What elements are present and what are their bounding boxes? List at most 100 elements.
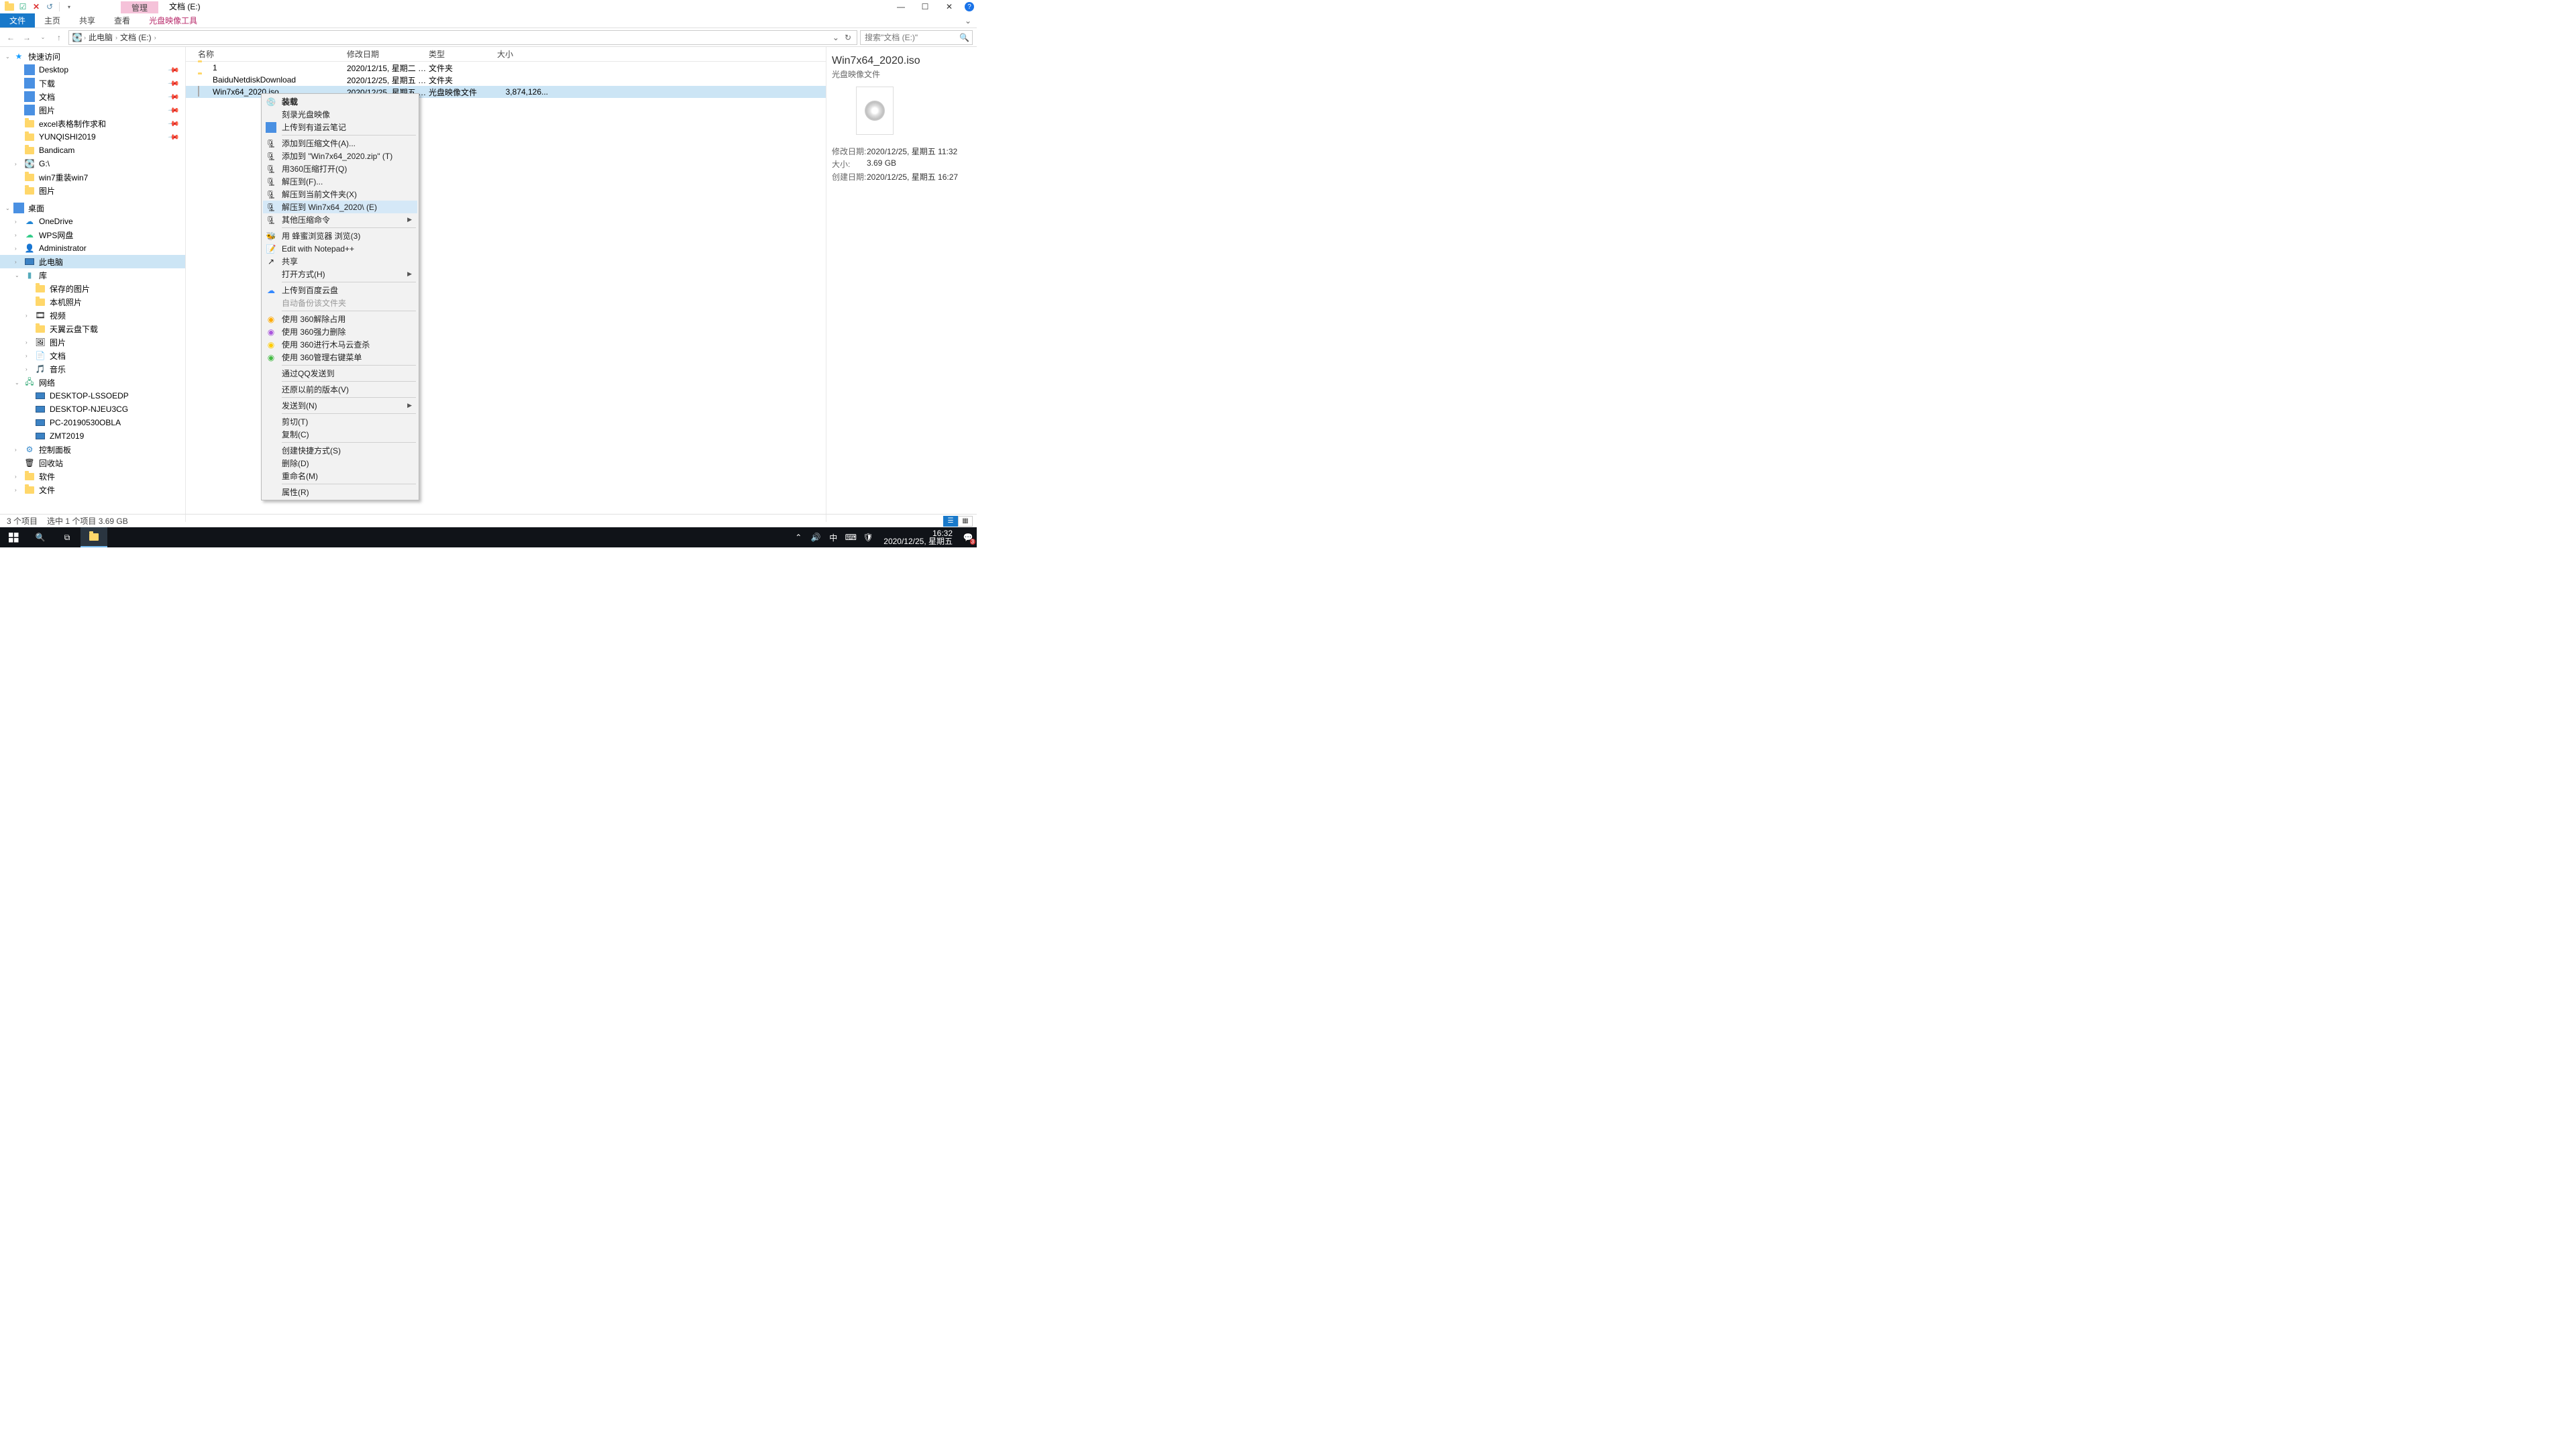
cm-send-to[interactable]: 发送到(N)▶ — [263, 399, 417, 412]
tree-item[interactable]: ›🎵音乐 — [0, 362, 185, 376]
qat-undo-icon[interactable]: ↺ — [44, 1, 55, 12]
security-icon[interactable]: 🛡 — [862, 531, 874, 543]
task-view-button[interactable]: ⧉ — [54, 527, 80, 547]
tree-item[interactable]: ›👤Administrator — [0, 241, 185, 255]
search-icon[interactable]: 🔍 — [959, 33, 969, 42]
tree-item[interactable]: ›📄文档 — [0, 349, 185, 362]
tree-item[interactable]: 天翼云盘下载 — [0, 322, 185, 335]
cm-open-360zip[interactable]: 🗜用360压缩打开(Q) — [263, 162, 417, 175]
tree-item[interactable]: ›🖼图片 — [0, 335, 185, 349]
breadcrumb-current[interactable]: 文档 (E:) — [119, 32, 153, 43]
tree-item[interactable]: ›⚙控制面板 — [0, 443, 185, 456]
tree-item[interactable]: 图片📌 — [0, 103, 185, 117]
chevron-right-icon[interactable]: › — [153, 34, 158, 41]
nav-forward-button[interactable]: → — [20, 31, 34, 44]
cm-add-archive[interactable]: 🗜添加到压缩文件(A)... — [263, 137, 417, 150]
tree-item[interactable]: 文档📌 — [0, 90, 185, 103]
cm-extract-here[interactable]: 🗜解压到当前文件夹(X) — [263, 188, 417, 201]
cm-extract-to[interactable]: 🗜解压到(F)... — [263, 175, 417, 188]
tree-item[interactable]: DESKTOP-NJEU3CG — [0, 402, 185, 416]
col-name[interactable]: 名称 — [198, 48, 347, 60]
cm-360-unlock[interactable]: ◉使用 360解除占用 — [263, 313, 417, 325]
keyboard-icon[interactable]: ⌨ — [845, 531, 857, 543]
qat-checkbox-icon[interactable]: ☑ — [17, 1, 28, 12]
cm-create-shortcut[interactable]: 创建快捷方式(S) — [263, 444, 417, 457]
cm-baidu-upload[interactable]: ☁上传到百度云盘 — [263, 284, 417, 297]
address-bar[interactable]: 💽 › 此电脑 › 文档 (E:) › ⌄ ↻ — [68, 30, 857, 45]
tree-item[interactable]: DESKTOP-LSSOEDP — [0, 389, 185, 402]
tree-item[interactable]: Bandicam — [0, 144, 185, 157]
explorer-taskbar-button[interactable] — [80, 527, 107, 547]
cm-burn[interactable]: 刻录光盘映像 — [263, 108, 417, 121]
tree-item[interactable]: 下载📌 — [0, 76, 185, 90]
file-row[interactable]: 1 2020/12/15, 星期二 1... 文件夹 — [186, 62, 826, 74]
tree-item[interactable]: 保存的图片 — [0, 282, 185, 295]
col-date[interactable]: 修改日期 — [347, 48, 429, 60]
tree-item[interactable]: 图片 — [0, 184, 185, 197]
tree-item[interactable]: 🗑回收站 — [0, 456, 185, 470]
cm-cut[interactable]: 剪切(T) — [263, 415, 417, 428]
ribbon-expand-icon[interactable]: ⌄ — [965, 16, 971, 25]
ime-indicator[interactable]: 中 — [827, 531, 839, 543]
search-input[interactable] — [865, 33, 968, 42]
cm-properties[interactable]: 属性(R) — [263, 486, 417, 498]
cm-360-scan[interactable]: ◉使用 360进行木马云查杀 — [263, 338, 417, 351]
ribbon-tab-share[interactable]: 共享 — [70, 13, 105, 28]
nav-back-button[interactable]: ← — [4, 31, 17, 44]
nav-up-button[interactable]: ↑ — [52, 31, 66, 44]
ribbon-tab-view[interactable]: 查看 — [105, 13, 140, 28]
cm-restore-version[interactable]: 还原以前的版本(V) — [263, 383, 417, 396]
cm-share[interactable]: ↗共享 — [263, 255, 417, 268]
tree-network[interactable]: ⌄🖧网络 — [0, 376, 185, 389]
view-icons-button[interactable]: ▦ — [958, 516, 973, 527]
notification-icon[interactable]: 💬3 — [962, 531, 974, 543]
tree-item[interactable]: ›☁WPS网盘 — [0, 228, 185, 241]
search-button[interactable]: 🔍 — [27, 527, 54, 547]
col-size[interactable]: 大小 — [497, 48, 551, 60]
tray-overflow-icon[interactable]: ⌃ — [792, 531, 804, 543]
tree-item[interactable]: ›☁OneDrive — [0, 215, 185, 228]
search-box[interactable]: 🔍 — [860, 30, 973, 45]
help-icon[interactable]: ? — [965, 2, 974, 11]
taskbar-clock[interactable]: 16:32 2020/12/25, 星期五 — [879, 529, 957, 545]
cm-other-archive[interactable]: 🗜其他压缩命令▶ — [263, 213, 417, 226]
volume-icon[interactable]: 🔊 — [810, 531, 822, 543]
cm-youdao[interactable]: 上传到有道云笔记 — [263, 121, 417, 133]
address-dropdown-icon[interactable]: ⌄ — [830, 33, 842, 42]
qat-customize-icon[interactable]: ▾ — [64, 1, 74, 12]
cm-delete[interactable]: 删除(D) — [263, 457, 417, 470]
tree-item[interactable]: ZMT2019 — [0, 429, 185, 443]
tree-item[interactable]: ›软件 — [0, 470, 185, 483]
tree-item[interactable]: ›🎞视频 — [0, 309, 185, 322]
cm-360-menu[interactable]: ◉使用 360管理右键菜单 — [263, 351, 417, 364]
ribbon-tab-disc-tools[interactable]: 光盘映像工具 — [140, 13, 207, 28]
tree-libraries[interactable]: ⌄▮库 — [0, 268, 185, 282]
cm-360-delete[interactable]: ◉使用 360强力删除 — [263, 325, 417, 338]
minimize-button[interactable]: — — [892, 1, 910, 12]
cm-open-with[interactable]: 打开方式(H)▶ — [263, 268, 417, 280]
chevron-right-icon[interactable]: › — [83, 34, 87, 41]
chevron-right-icon[interactable]: › — [114, 34, 119, 41]
close-button[interactable]: ✕ — [941, 1, 958, 12]
cm-mount[interactable]: 💿装载 — [263, 95, 417, 108]
tree-quick-access[interactable]: ⌄★快速访问 — [0, 50, 185, 63]
view-details-button[interactable]: ☰ — [943, 516, 958, 527]
col-type[interactable]: 类型 — [429, 48, 497, 60]
cm-rename[interactable]: 重命名(M) — [263, 470, 417, 482]
tree-desktop[interactable]: ⌄桌面 — [0, 201, 185, 215]
tree-item[interactable]: PC-20190530OBLA — [0, 416, 185, 429]
tree-item[interactable]: win7重装win7 — [0, 170, 185, 184]
tree-this-pc[interactable]: ›此电脑 — [0, 255, 185, 268]
tree-item[interactable]: YUNQISHI2019📌 — [0, 130, 185, 144]
qat-delete-icon[interactable]: ✕ — [31, 1, 42, 12]
refresh-icon[interactable]: ↻ — [842, 33, 854, 42]
file-row[interactable]: BaiduNetdiskDownload 2020/12/25, 星期五 1..… — [186, 74, 826, 86]
cm-extract-folder[interactable]: 🗜解压到 Win7x64_2020\ (E) — [263, 201, 417, 213]
tree-item[interactable]: Desktop📌 — [0, 63, 185, 76]
cm-honey-browser[interactable]: 🐝用 蜂蜜浏览器 浏览(3) — [263, 229, 417, 242]
ribbon-tab-file[interactable]: 文件 — [0, 13, 35, 28]
tree-item[interactable]: excel表格制作求和📌 — [0, 117, 185, 130]
nav-recent-icon[interactable]: ⌄ — [36, 31, 50, 44]
start-button[interactable] — [0, 527, 27, 547]
tree-item[interactable]: ›文件 — [0, 483, 185, 496]
